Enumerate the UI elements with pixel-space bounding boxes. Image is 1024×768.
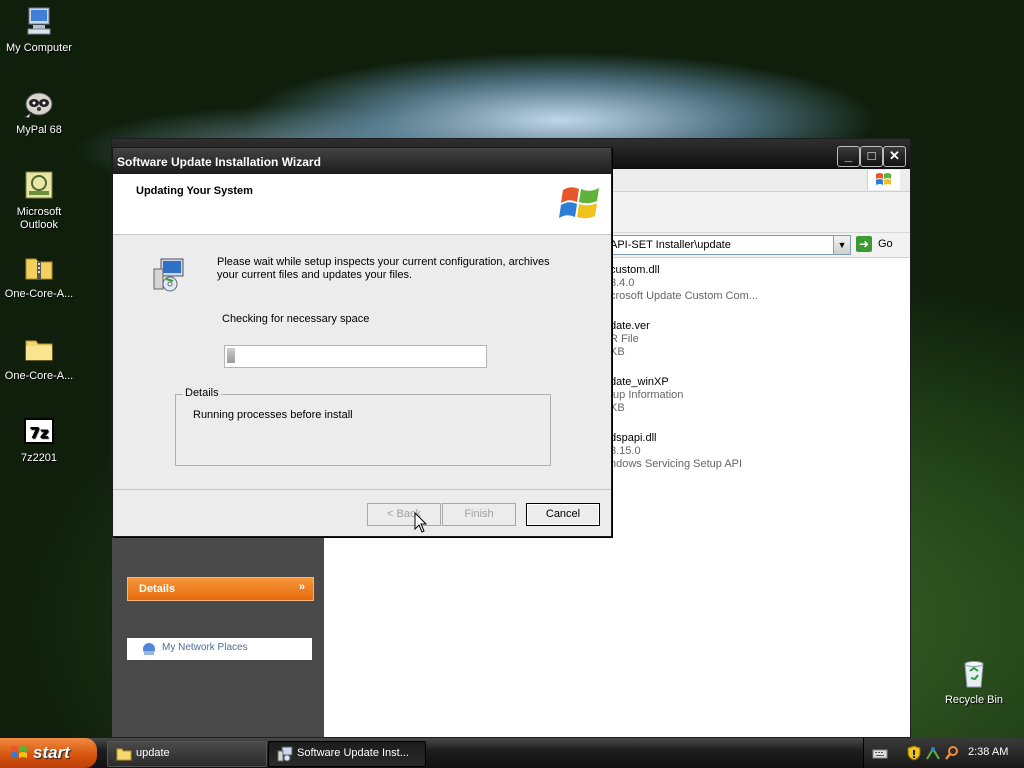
wizard-status: Checking for necessary space	[222, 313, 370, 325]
wizard-message: Please wait while setup inspects your cu…	[217, 256, 550, 281]
file-item[interactable]: date.ver R File KB	[610, 320, 830, 359]
mouse-cursor-icon	[414, 512, 428, 533]
address-text: API-SET Installer\update	[610, 239, 731, 251]
my-network-places-link[interactable]: My Network Places	[127, 638, 312, 660]
file-type: R File	[610, 333, 639, 345]
details-groupbox: Details Running processes before install	[175, 387, 551, 466]
taskbar-item-wizard[interactable]: Software Update Inst...	[268, 741, 426, 767]
desktop-icon-label: My Computer	[5, 42, 73, 54]
progress-fill	[227, 348, 235, 363]
desktop-icon-label: Recycle Bin	[944, 694, 1004, 706]
folder-icon	[116, 748, 132, 761]
desktop-icon-zip[interactable]: One-Core-A...	[0, 250, 78, 301]
finish-button[interactable]: Finish	[442, 503, 516, 526]
wizard-footer: < Back Finish Cancel	[113, 489, 611, 536]
details-header-label: Details	[139, 583, 176, 595]
security-shield-icon[interactable]	[906, 745, 922, 761]
desktop-icon-folder[interactable]: One-Core-A...	[0, 332, 78, 383]
file-version: 3.15.0	[610, 445, 641, 457]
address-input[interactable]: API-SET Installer\update ▼	[607, 235, 851, 255]
desktop-icon-recycle-bin[interactable]: Recycle Bin	[935, 656, 1013, 707]
wizard-titlebar[interactable]: Software Update Installation Wizard	[113, 148, 611, 174]
file-description: ndows Servicing Setup API	[610, 458, 743, 470]
file-item[interactable]: dspapi.dll 3.15.0 ndows Servicing Setup …	[610, 432, 830, 471]
windows-logo-icon	[559, 187, 599, 219]
file-version: 3.4.0	[610, 277, 635, 289]
file-description: crosoft Update Custom Com...	[610, 290, 758, 302]
go-button[interactable]: ➜ Go	[854, 236, 894, 254]
clock[interactable]: 2:38 AM	[968, 746, 1008, 758]
keyboard-icon[interactable]	[872, 745, 888, 761]
setup-icon	[277, 746, 293, 762]
file-name: date_winXP	[610, 376, 669, 388]
network-icon	[143, 643, 155, 655]
start-button[interactable]: start	[0, 738, 97, 768]
details-value: Running processes before install	[193, 409, 353, 421]
network-connection-icon[interactable]	[925, 745, 941, 761]
desktop-icon-mypal[interactable]: MyPal 68	[0, 86, 78, 137]
desktop-icon-my-computer[interactable]: My Computer	[0, 4, 78, 55]
windows-flag-icon	[11, 746, 27, 758]
file-item[interactable]: date_winXP tup Information KB	[610, 376, 830, 415]
desktop-icon-label: MyPal 68	[16, 124, 62, 136]
wizard-title: Software Update Installation Wizard	[117, 155, 321, 169]
taskbar-item-update[interactable]: update	[107, 741, 267, 767]
setup-computer-icon	[153, 258, 184, 292]
file-name: date.ver	[610, 320, 650, 332]
folder-icon	[22, 332, 56, 366]
back-button[interactable]: < Back	[367, 503, 441, 526]
zip-folder-icon	[22, 250, 56, 284]
file-type: tup Information	[610, 389, 684, 401]
wizard-heading: Updating Your System	[136, 185, 253, 197]
outlook-icon	[22, 168, 56, 202]
file-item[interactable]: custom.dll 3.4.0 crosoft Update Custom C…	[610, 264, 830, 303]
wizard-body: Please wait while setup inspects your cu…	[113, 235, 611, 490]
progress-bar	[224, 345, 487, 368]
windows-flag-icon	[867, 170, 900, 190]
cancel-button[interactable]: Cancel	[526, 503, 600, 526]
file-size: KB	[610, 346, 625, 358]
start-label: start	[33, 743, 70, 762]
desktop-icon-outlook[interactable]: Microsoft Outlook	[0, 168, 78, 232]
svg-text:7z: 7z	[29, 424, 48, 442]
go-arrow-icon: ➜	[856, 236, 872, 252]
search-icon[interactable]	[944, 745, 960, 761]
wizard-header: Updating Your System	[113, 174, 611, 235]
desktop-icon-label: One-Core-A...	[4, 288, 74, 300]
mypal-raccoon-icon	[22, 86, 56, 120]
go-label: Go	[878, 238, 893, 250]
file-name: dspapi.dll	[610, 432, 657, 444]
details-legend: Details	[183, 387, 221, 399]
desktop-icon-7zip[interactable]: 7z 7z2201	[0, 414, 78, 465]
installation-wizard-dialog: Software Update Installation Wizard Upda…	[112, 147, 612, 537]
taskbar: start update Software Update Inst... 2:3…	[0, 738, 1024, 768]
7zip-icon: 7z	[22, 414, 56, 448]
file-name: custom.dll	[610, 264, 660, 276]
minimize-button[interactable]: _	[837, 146, 860, 167]
network-places-label: My Network Places	[162, 642, 248, 653]
file-size: KB	[610, 402, 625, 414]
task-label: update	[136, 747, 170, 759]
desktop-icon-label: One-Core-A...	[4, 370, 74, 382]
task-label: Software Update Inst...	[297, 747, 409, 759]
recycle-bin-icon	[957, 656, 991, 690]
details-panel-header[interactable]: Details »	[127, 577, 314, 601]
chevron-down-icon: »	[298, 581, 305, 593]
my-computer-icon	[22, 4, 56, 38]
desktop-icon-label: 7z2201	[20, 452, 58, 464]
close-button[interactable]: ✕	[883, 146, 906, 167]
chevron-down-icon[interactable]: ▼	[833, 236, 850, 254]
maximize-button[interactable]: □	[860, 146, 883, 167]
desktop-icon-label: Microsoft Outlook	[16, 206, 62, 231]
system-tray: 2:38 AM	[863, 738, 1024, 768]
